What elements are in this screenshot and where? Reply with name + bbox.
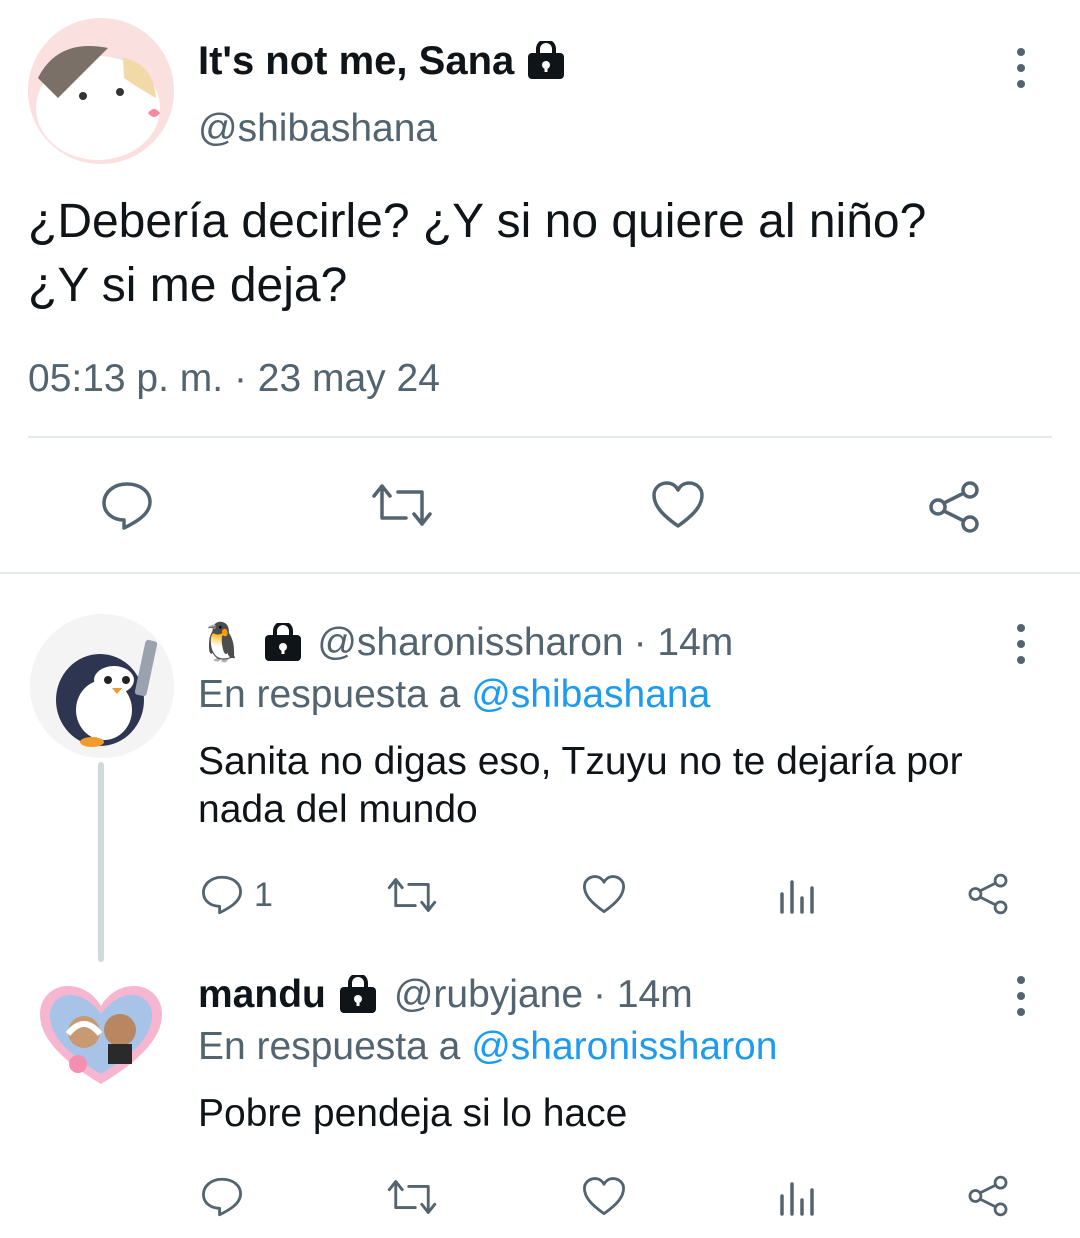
thread-line <box>98 762 104 962</box>
replying-to-prefix: En respuesta a <box>198 1025 461 1068</box>
replying-to: En respuesta a @sharonissharon <box>198 1024 777 1070</box>
replying-to-prefix: En respuesta a <box>198 673 461 716</box>
like-button[interactable] <box>582 1176 626 1217</box>
like-button[interactable] <box>582 874 626 915</box>
reply-header: 🐧 @sharonissharon · 14m <box>198 620 733 666</box>
reply-time[interactable]: · 14m <box>634 620 734 666</box>
reply-text: Pobre pendeja si lo hace <box>198 1092 628 1135</box>
share-button[interactable] <box>926 480 982 534</box>
heart-icon <box>582 874 626 915</box>
retweet-icon <box>386 1178 438 1216</box>
reply-handle[interactable]: @sharonissharon <box>317 620 623 666</box>
reply-display-name-emoji[interactable]: 🐧 <box>198 620 245 666</box>
retweet-icon <box>370 482 434 528</box>
reply-avatar[interactable] <box>38 984 164 1088</box>
lock-icon <box>261 623 305 663</box>
reply-icon <box>100 480 154 532</box>
divider <box>0 572 1080 574</box>
tweet-timestamp[interactable]: 05:13 p. m. · 23 may 24 <box>28 356 440 402</box>
divider <box>28 436 1052 438</box>
retweet-icon <box>386 876 438 914</box>
more-options-icon[interactable] <box>1006 976 1036 1016</box>
tweet-text-line-1: ¿Debería decirle? ¿Y si no quiere al niñ… <box>28 195 927 248</box>
reply-button[interactable] <box>100 480 154 532</box>
reply-handle[interactable]: @rubyjane <box>394 972 583 1018</box>
lock-icon <box>524 41 568 81</box>
share-icon <box>926 480 982 534</box>
heart-icon <box>651 480 705 530</box>
author-display-name[interactable]: It's not me, Sana <box>198 38 514 84</box>
reply-count: 1 <box>254 875 273 914</box>
like-button[interactable] <box>651 480 705 530</box>
replying-to-link[interactable]: @shibashana <box>471 673 710 716</box>
replying-to: En respuesta a @shibashana <box>198 672 710 718</box>
reply-time[interactable]: · 14m <box>593 972 693 1018</box>
views-button[interactable] <box>778 1178 816 1216</box>
author-avatar[interactable] <box>28 18 174 164</box>
tweet-text: ¿Debería decirle? ¿Y si no quiere al niñ… <box>28 190 1058 318</box>
more-options-icon[interactable] <box>1006 624 1036 664</box>
heart-icon <box>582 1176 626 1217</box>
reply-text: Sanita no digas eso, Tzuyu no te dejaría… <box>198 740 963 831</box>
retweet-button[interactable] <box>386 1178 438 1216</box>
reply-display-name[interactable]: mandu <box>198 972 326 1018</box>
reply-avatar[interactable] <box>30 614 174 758</box>
reply-icon <box>200 874 244 916</box>
analytics-icon <box>778 876 816 914</box>
retweet-button[interactable] <box>386 876 438 914</box>
more-options-icon[interactable] <box>1006 48 1036 88</box>
lock-icon <box>336 975 380 1015</box>
author-name[interactable]: It's not me, Sana <box>198 38 568 84</box>
author-handle[interactable]: @shibashana <box>198 106 437 152</box>
reply-header: mandu @rubyjane · 14m <box>198 972 693 1018</box>
analytics-icon <box>778 1178 816 1216</box>
share-icon <box>966 872 1010 916</box>
retweet-button[interactable] <box>370 482 434 528</box>
share-icon <box>966 1174 1010 1218</box>
reply-button[interactable]: 1 <box>200 874 273 916</box>
reply-icon <box>200 1176 244 1218</box>
share-button[interactable] <box>966 872 1010 916</box>
share-button[interactable] <box>966 1174 1010 1218</box>
views-button[interactable] <box>778 876 816 914</box>
reply-button[interactable] <box>200 1176 244 1218</box>
tweet-text-line-2: ¿Y si me deja? <box>28 259 348 312</box>
replying-to-link[interactable]: @sharonissharon <box>471 1025 777 1068</box>
